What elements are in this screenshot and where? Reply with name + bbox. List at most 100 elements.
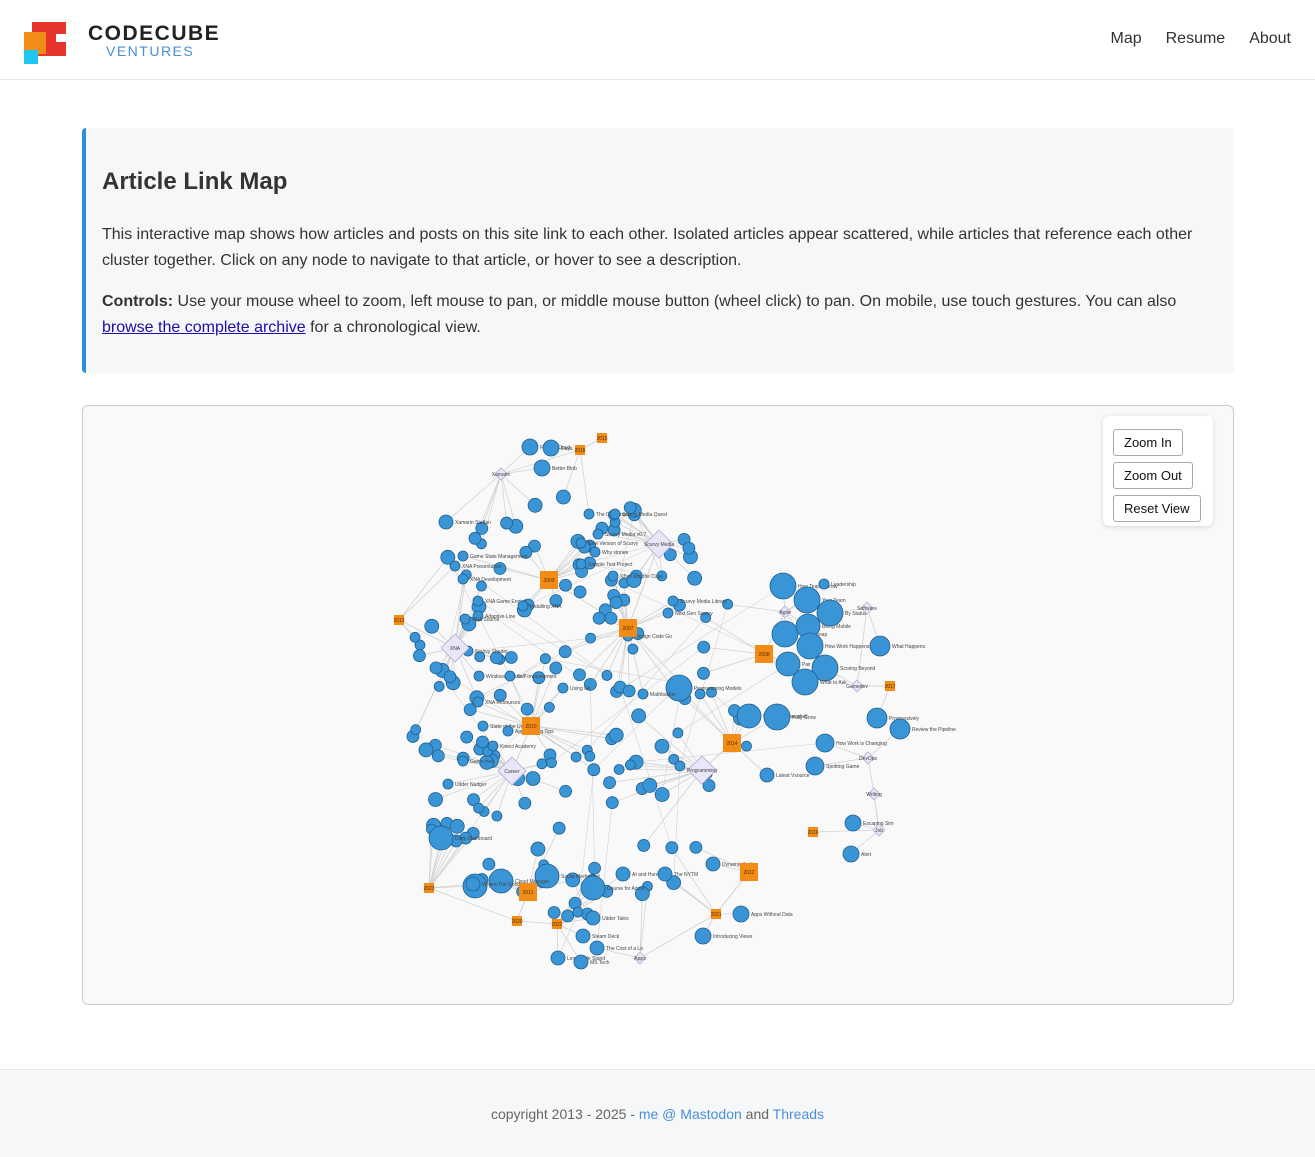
article-node[interactable] bbox=[413, 649, 426, 663]
article-node[interactable] bbox=[592, 611, 606, 625]
archive-link[interactable]: browse the complete archive bbox=[102, 319, 306, 336]
article-node[interactable] bbox=[477, 720, 489, 732]
article-node[interactable] bbox=[428, 825, 454, 851]
article-node[interactable] bbox=[741, 740, 752, 752]
article-node[interactable] bbox=[473, 802, 484, 814]
article-node[interactable] bbox=[460, 730, 474, 744]
nav-link-map[interactable]: Map bbox=[1110, 30, 1141, 48]
article-node[interactable] bbox=[442, 778, 454, 790]
article-node[interactable] bbox=[558, 645, 572, 659]
article-node[interactable] bbox=[613, 764, 625, 775]
article-node[interactable] bbox=[449, 560, 461, 572]
article-node[interactable] bbox=[609, 508, 621, 520]
article-node[interactable] bbox=[504, 670, 516, 682]
article-node[interactable] bbox=[687, 570, 703, 586]
article-node[interactable] bbox=[672, 727, 684, 739]
article-node[interactable] bbox=[561, 909, 575, 923]
article-node[interactable] bbox=[585, 632, 596, 644]
article-node[interactable] bbox=[557, 682, 569, 694]
article-node[interactable] bbox=[547, 906, 561, 919]
article-node[interactable] bbox=[449, 818, 465, 834]
article-node[interactable] bbox=[555, 489, 571, 505]
article-node[interactable] bbox=[697, 640, 711, 654]
article-node[interactable] bbox=[608, 727, 624, 743]
article-node[interactable] bbox=[682, 541, 696, 555]
article-node[interactable] bbox=[572, 906, 584, 918]
brand-subtitle[interactable]: VENTURES bbox=[106, 43, 194, 59]
article-node[interactable] bbox=[637, 839, 651, 852]
article-node[interactable] bbox=[410, 724, 422, 736]
article-node[interactable] bbox=[694, 927, 712, 945]
article-node[interactable] bbox=[583, 508, 595, 520]
article-node[interactable] bbox=[607, 570, 619, 582]
article-node[interactable] bbox=[472, 696, 484, 708]
article-node[interactable] bbox=[575, 537, 587, 549]
article-node[interactable] bbox=[468, 531, 482, 545]
article-node[interactable] bbox=[525, 771, 541, 786]
reset-view-button[interactable]: Reset View bbox=[1113, 495, 1201, 522]
article-node[interactable] bbox=[844, 814, 862, 832]
article-node[interactable] bbox=[488, 868, 514, 894]
article-node[interactable] bbox=[705, 856, 721, 872]
article-node[interactable] bbox=[604, 611, 618, 625]
article-node[interactable] bbox=[869, 635, 891, 657]
article-node[interactable] bbox=[527, 497, 543, 513]
article-node[interactable] bbox=[559, 784, 572, 798]
nav-link-about[interactable]: About bbox=[1249, 30, 1291, 48]
zoom-in-button[interactable]: Zoom In bbox=[1113, 429, 1183, 456]
article-node[interactable] bbox=[816, 599, 844, 627]
article-node[interactable] bbox=[502, 725, 514, 737]
article-node[interactable] bbox=[662, 607, 674, 619]
article-node[interactable] bbox=[487, 740, 499, 752]
article-node[interactable] bbox=[418, 742, 434, 758]
article-node[interactable] bbox=[409, 631, 421, 643]
article-node[interactable] bbox=[609, 596, 623, 609]
article-node[interactable] bbox=[736, 703, 762, 729]
article-node[interactable] bbox=[815, 733, 835, 753]
article-node[interactable] bbox=[573, 668, 586, 682]
article-node[interactable] bbox=[473, 670, 485, 682]
article-node[interactable] bbox=[603, 776, 616, 790]
article-node[interactable] bbox=[697, 666, 710, 680]
article-node[interactable] bbox=[889, 718, 911, 740]
article-node[interactable] bbox=[627, 643, 639, 655]
article-node[interactable] bbox=[482, 857, 496, 871]
article-node[interactable] bbox=[589, 940, 605, 956]
article-node[interactable] bbox=[622, 684, 636, 698]
article-node[interactable] bbox=[791, 668, 819, 696]
article-node[interactable] bbox=[631, 708, 647, 724]
article-node[interactable] bbox=[587, 763, 601, 777]
article-node[interactable] bbox=[601, 670, 613, 681]
article-node[interactable] bbox=[472, 595, 484, 607]
article-node[interactable] bbox=[624, 759, 636, 771]
article-node[interactable] bbox=[674, 760, 686, 772]
article-node[interactable] bbox=[424, 618, 440, 634]
article-node[interactable] bbox=[520, 702, 534, 716]
article-node[interactable] bbox=[543, 701, 555, 713]
article-node[interactable] bbox=[769, 572, 797, 600]
article-node[interactable] bbox=[585, 910, 601, 926]
article-node[interactable] bbox=[550, 950, 566, 966]
article-node[interactable] bbox=[559, 578, 572, 592]
article-node[interactable] bbox=[763, 703, 791, 731]
article-node[interactable] bbox=[592, 528, 604, 540]
article-node[interactable] bbox=[428, 792, 443, 807]
article-node[interactable] bbox=[657, 866, 673, 882]
article-node[interactable] bbox=[433, 681, 445, 692]
article-node[interactable] bbox=[546, 757, 557, 769]
article-node[interactable] bbox=[521, 438, 539, 456]
article-node[interactable] bbox=[637, 688, 649, 700]
article-node[interactable] bbox=[580, 875, 606, 901]
article-node[interactable] bbox=[549, 661, 563, 675]
article-node[interactable] bbox=[866, 707, 888, 729]
nav-link-resume[interactable]: Resume bbox=[1166, 30, 1226, 48]
codecube-logo-icon[interactable] bbox=[24, 22, 68, 64]
article-node[interactable] bbox=[431, 749, 445, 763]
article-node[interactable] bbox=[642, 778, 658, 793]
article-node[interactable] bbox=[589, 546, 601, 558]
article-node[interactable] bbox=[443, 670, 457, 684]
article-node[interactable] bbox=[667, 595, 679, 607]
article-node[interactable] bbox=[457, 550, 469, 562]
article-node[interactable] bbox=[536, 758, 548, 770]
article-node[interactable] bbox=[542, 439, 560, 457]
